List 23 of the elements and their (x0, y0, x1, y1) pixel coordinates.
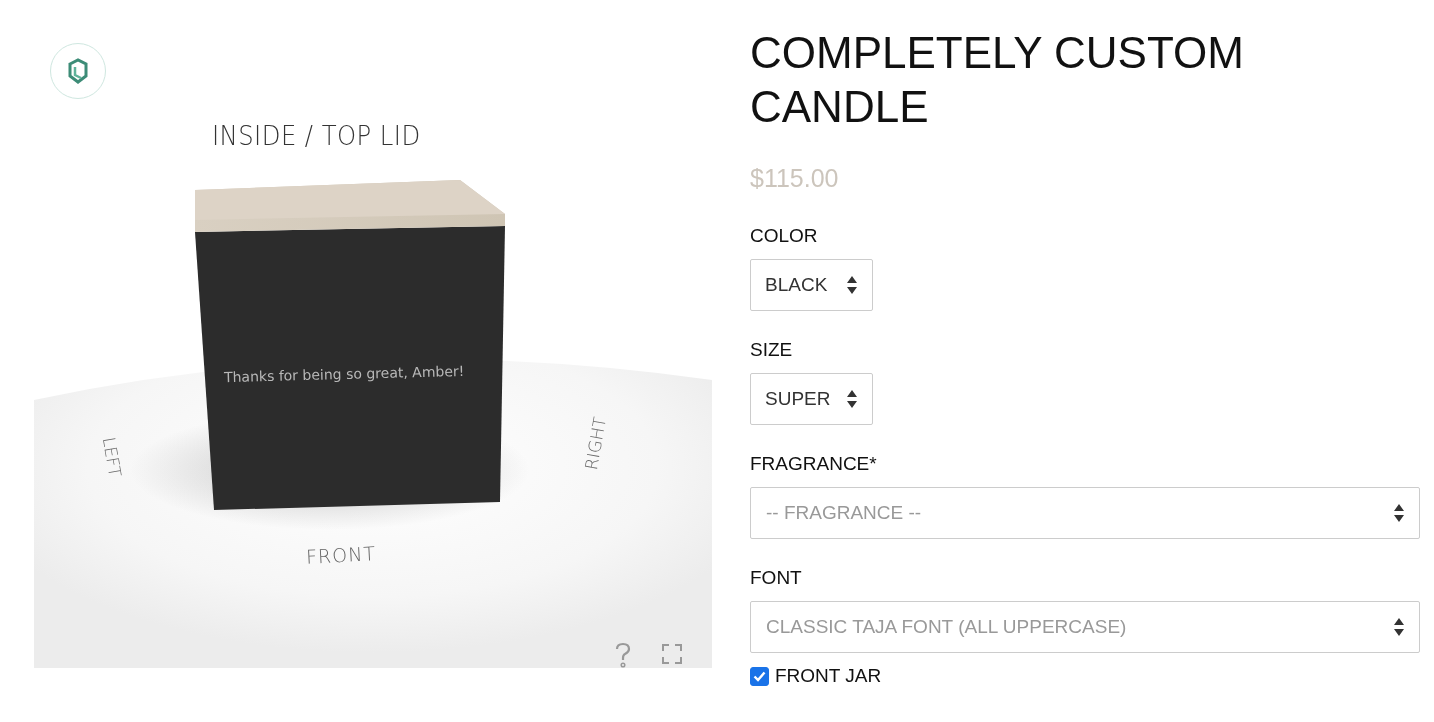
side-label: FRONT (305, 542, 377, 568)
fullscreen-icon[interactable] (661, 643, 683, 665)
field-label: COLOR (750, 225, 818, 247)
logo-icon (66, 58, 90, 84)
side-label: RIGHT (580, 414, 611, 474)
field-label: FRAGRANCE* (750, 453, 877, 475)
dropdown-select[interactable]: SUPER (750, 373, 873, 425)
view-label: INSIDE / TOP LID (212, 120, 421, 151)
select-arrows-icon (846, 275, 858, 295)
checkbox-label: FRONT JAR (775, 665, 882, 687)
product-title: COMPLETELY CUSTOM CANDLE (750, 27, 1245, 133)
checkbox[interactable] (750, 666, 769, 686)
dropdown-select[interactable]: BLACK (750, 259, 873, 311)
field-label: FONT (750, 567, 802, 589)
select-arrows-icon (1393, 503, 1405, 523)
select-arrows-icon (846, 389, 858, 409)
field-label: SIZE (750, 339, 793, 361)
help-icon[interactable] (614, 642, 632, 668)
engraving-text: Thanks for being so great, Amber! (223, 362, 465, 386)
product-price: $115.00 (750, 164, 840, 193)
logo-button[interactable] (50, 43, 106, 99)
select-arrows-icon (1393, 617, 1405, 637)
side-label: LEFT (98, 435, 126, 479)
